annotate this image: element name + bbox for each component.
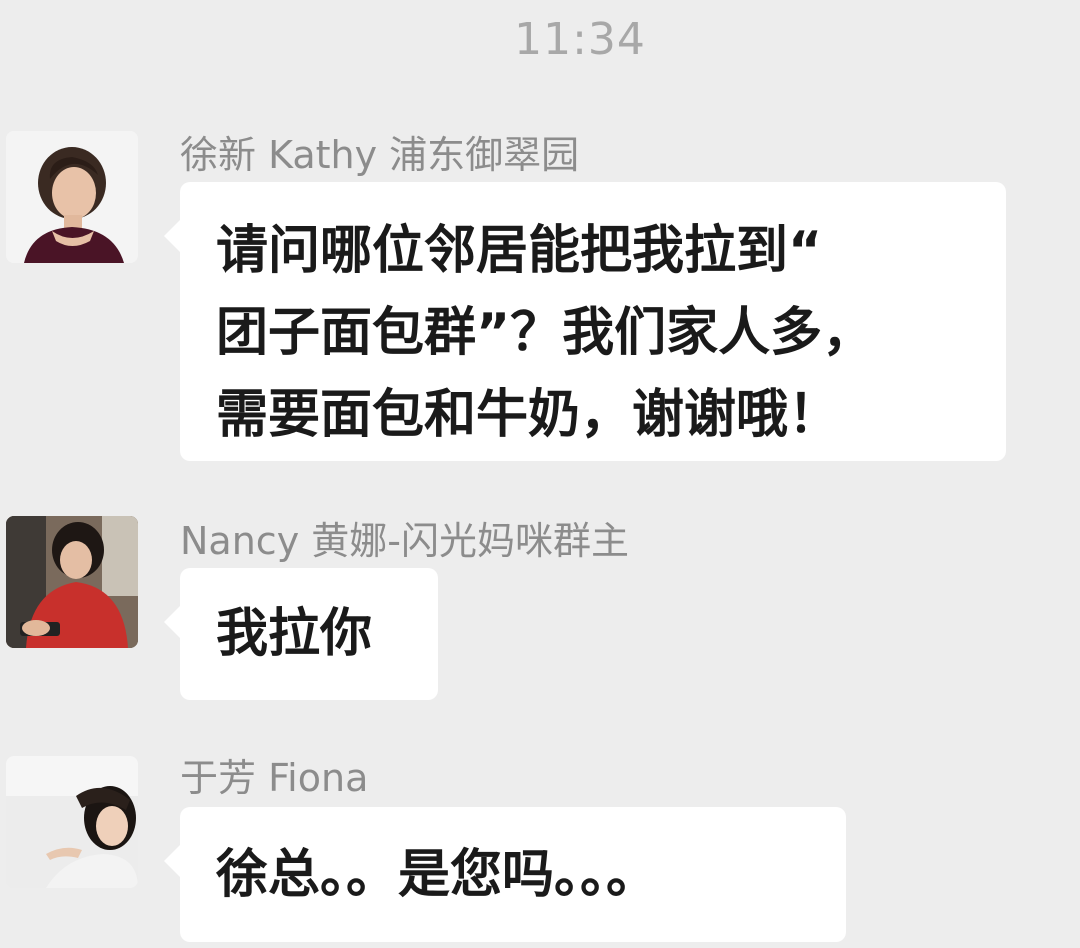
message-timestamp: 11:34 xyxy=(514,14,646,65)
message-text-line: 团子面包群”？我们家人多， xyxy=(216,303,875,363)
sender-name: 于芳 Fiona xyxy=(180,756,369,800)
message-text-line: 我拉你 xyxy=(216,604,373,664)
avatar-woman-dark-top-image xyxy=(6,131,138,263)
sender-avatar[interactable] xyxy=(6,756,138,888)
sender-name: Nancy 黄娜-闪光妈咪群主 xyxy=(180,519,629,563)
message-bubble[interactable]: 请问哪位邻居能把我拉到“ 团子面包群”？我们家人多， 需要面包和牛奶，谢谢哦！ xyxy=(164,182,1006,461)
message-text-line: 请问哪位邻居能把我拉到“ xyxy=(216,221,823,281)
sender-avatar[interactable] xyxy=(6,131,138,263)
message-text-line: 需要面包和牛奶，谢谢哦！ xyxy=(216,385,841,445)
avatar-woman-smiling-image xyxy=(6,756,138,888)
message-text-line: 徐总。。是您吗。。。 xyxy=(216,845,659,905)
avatar-woman-red-dress-image xyxy=(6,516,138,648)
message-bubble[interactable]: 徐总。。是您吗。。。 xyxy=(164,807,846,942)
sender-name: 徐新 Kathy 浦东御翠园 xyxy=(180,133,580,177)
message-bubble[interactable]: 我拉你 xyxy=(164,568,438,700)
sender-avatar[interactable] xyxy=(6,516,138,648)
